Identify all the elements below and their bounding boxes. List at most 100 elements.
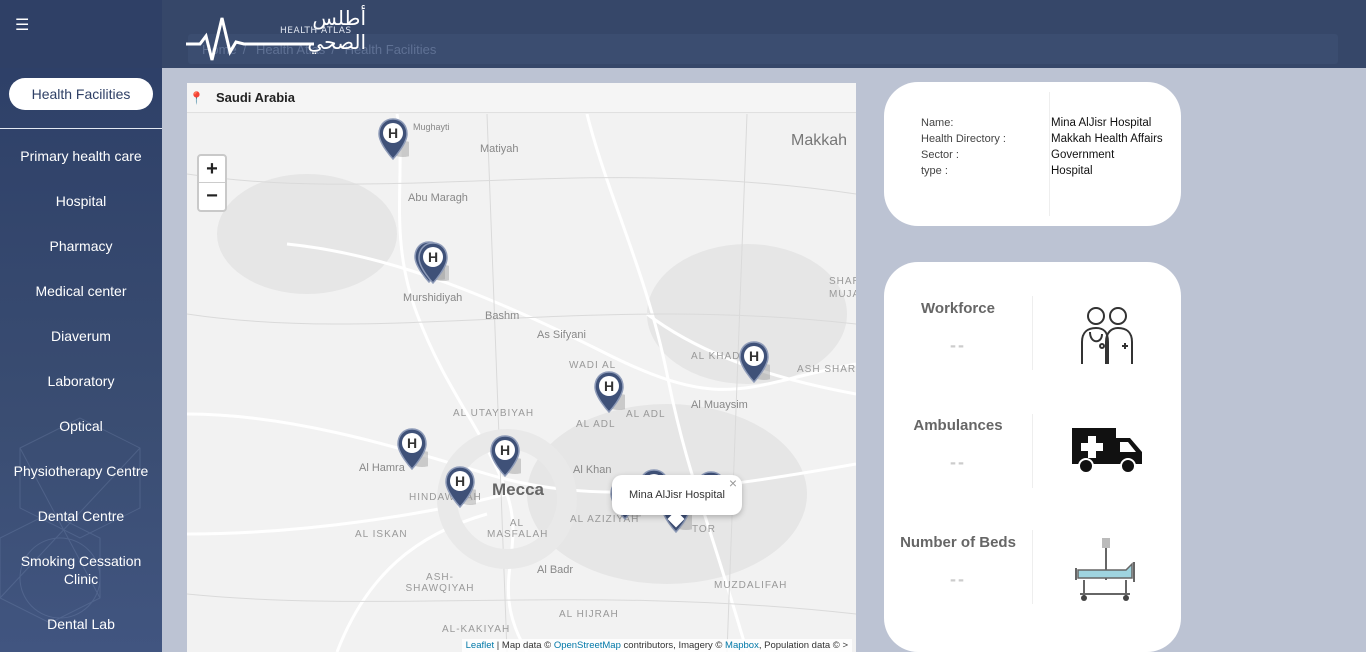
place-label: AL ISKAN	[355, 529, 408, 540]
attribution-text: contributors, Imagery ©	[620, 640, 726, 651]
hospital-marker-icon[interactable]: H	[489, 434, 521, 478]
health-atlas-logo[interactable]: أطلس الصحي HEALTH ATLAS	[186, 4, 366, 66]
sidebar-item-laboratory[interactable]: Laboratory	[0, 372, 162, 390]
sidebar-item-dental-lab[interactable]: Dental Lab	[0, 615, 162, 633]
facility-info-card: Name: Health Directory : Sector : type :…	[884, 82, 1181, 226]
close-icon[interactable]: ×	[729, 463, 737, 503]
menu-icon[interactable]: ☰	[15, 18, 31, 34]
hospital-marker-icon[interactable]: H	[417, 241, 449, 285]
place-label: AL HIJRAH	[559, 609, 619, 620]
popup-title: Mina AlJisr Hospital	[629, 489, 725, 501]
mapbox-link[interactable]: Mapbox	[725, 640, 759, 651]
place-label: Murshidiyah	[403, 292, 463, 304]
map-popup: Mina AlJisr Hospital ×	[612, 475, 742, 528]
place-label: MUZDALIFAH	[714, 580, 788, 591]
attribution-text: , Population data © >	[758, 640, 848, 651]
name-label: Name:	[921, 117, 954, 129]
hospital-marker-icon[interactable]: H	[377, 117, 409, 161]
zoom-control: + −	[197, 154, 227, 212]
svg-text:H: H	[500, 442, 510, 458]
sector-label: Sector :	[921, 149, 959, 161]
top-bar: ☰ Home / Health Atlas / Health Facilities …	[0, 0, 1366, 68]
info-divider	[1049, 92, 1050, 216]
sidebar-item-dental-centre[interactable]: Dental Centre	[0, 507, 162, 525]
region-name: Saudi Arabia	[216, 90, 295, 105]
sidebar-item-optical[interactable]: Optical	[0, 417, 162, 435]
map-pin-icon: 📍	[189, 91, 204, 105]
type-label: type :	[921, 165, 948, 177]
hospital-bed-icon	[1075, 538, 1135, 601]
stat-divider	[1032, 530, 1033, 604]
hospital-marker-icon[interactable]: H	[396, 427, 428, 471]
ambulances-title: Ambulances	[913, 417, 1003, 434]
facility-sector: Government	[1051, 149, 1115, 161]
svg-text:H: H	[407, 435, 417, 451]
svg-text:H: H	[749, 348, 759, 364]
health-facilities-button[interactable]: Health Facilities	[9, 78, 153, 110]
facility-name: Mina AlJisr Hospital	[1051, 117, 1152, 129]
map-panel: 📍 Saudi Arabia Makkah Matiyah Mughayti A…	[187, 83, 856, 652]
facility-stats-card: Workforce -- Ambulances -- Number of Bed…	[884, 262, 1181, 652]
sidebar-item-primary-health-care[interactable]: Primary health care	[0, 147, 162, 165]
sidebar-item-medical-center[interactable]: Medical center	[0, 282, 162, 300]
medical-staff-icon	[1081, 307, 1133, 364]
place-label: Al Muaysim	[691, 399, 748, 411]
top-bar-sidebar-area: ☰	[0, 0, 162, 68]
openstreetmap-link[interactable]: OpenStreetMap	[554, 640, 621, 651]
zoom-out-button[interactable]: −	[199, 183, 225, 210]
stat-divider	[1032, 414, 1033, 488]
svg-text:H: H	[388, 125, 398, 141]
place-label: AL MASFALAH	[487, 518, 549, 540]
attribution-text: | Map data ©	[494, 640, 554, 651]
map-attribution: Leaflet | Map data © OpenStreetMap contr…	[461, 639, 852, 652]
facility-info-labels: Name: Health Directory : Sector : type :	[921, 115, 1006, 179]
place-label: MUJA	[829, 289, 856, 300]
place-label: Al Badr	[537, 564, 574, 576]
sidebar-item-smoking-cessation-clinic[interactable]: Smoking Cessation Clinic	[0, 552, 162, 588]
sidebar-item-physiotherapy-centre[interactable]: Physiotherapy Centre	[0, 462, 162, 480]
place-label: AL ADL	[626, 409, 666, 420]
leaflet-link[interactable]: Leaflet	[466, 640, 495, 651]
sidebar-item-pharmacy[interactable]: Pharmacy	[0, 237, 162, 255]
place-label: SHAR	[829, 276, 856, 287]
place-label: TOR	[692, 524, 716, 535]
place-label: As Sifyani	[537, 329, 586, 341]
directory-label: Health Directory :	[921, 133, 1006, 145]
svg-text:H: H	[455, 473, 465, 489]
svg-text:H: H	[604, 378, 614, 394]
hospital-marker-icon[interactable]: H	[444, 465, 476, 509]
place-label: Makkah	[791, 132, 848, 149]
place-label: ASH SHARA	[797, 364, 856, 375]
hospital-marker-icon[interactable]: H	[593, 370, 625, 414]
facility-type: Hospital	[1051, 165, 1093, 177]
place-label: Abu Maragh	[408, 192, 468, 204]
zoom-in-button[interactable]: +	[199, 156, 225, 183]
place-label: AL ADL	[576, 419, 616, 430]
hospital-marker-icon[interactable]: H	[738, 340, 770, 384]
place-label: AL KHAD	[691, 351, 741, 362]
place-label: Mecca	[492, 480, 544, 499]
place-label: Mughayti	[413, 122, 450, 132]
place-label: AL-KAKIYAH	[442, 624, 511, 635]
beds-value: --	[950, 569, 966, 589]
workforce-value: --	[950, 335, 966, 355]
map-region-header: 📍 Saudi Arabia	[187, 83, 856, 113]
sidebar-divider	[0, 128, 162, 129]
facility-info-values: Mina AlJisr Hospital Makkah Health Affai…	[1051, 115, 1163, 179]
sidebar: Health Facilities Primary health care Ho…	[0, 68, 162, 652]
facility-directory: Makkah Health Affairs	[1051, 133, 1163, 145]
place-label: AL UTAYBIYAH	[453, 408, 535, 419]
workforce-title: Workforce	[921, 300, 995, 317]
place-label: Matiyah	[480, 143, 519, 155]
map-canvas[interactable]: Makkah Matiyah Mughayti Abu Maragh Mursh…	[187, 114, 856, 652]
sidebar-item-hospital[interactable]: Hospital	[0, 192, 162, 210]
place-label: Al Khan	[573, 464, 612, 476]
stat-divider	[1032, 296, 1033, 370]
sidebar-item-diaverum[interactable]: Diaverum	[0, 327, 162, 345]
svg-text:H: H	[428, 249, 438, 265]
place-label: ASH-SHAWQIYAH	[405, 572, 475, 594]
place-label: Bashm	[485, 310, 520, 322]
beds-title: Number of Beds	[900, 534, 1016, 551]
logo-english-text: HEALTH ATLAS	[280, 26, 352, 36]
ambulances-value: --	[950, 452, 966, 472]
